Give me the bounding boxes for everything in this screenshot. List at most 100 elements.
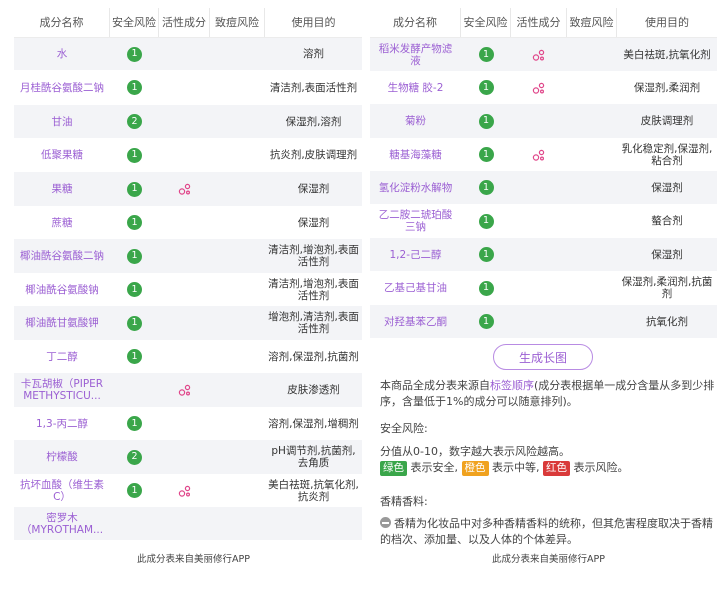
table-row[interactable]: 水 1 溶剂	[14, 38, 362, 70]
active-cell	[159, 306, 210, 340]
ingredient-name[interactable]: 椰油酰谷氨酸钠	[14, 273, 110, 306]
table-row[interactable]: 1,3-丙二醇 1 溶剂,保湿剂,增稠剂	[14, 407, 362, 440]
ingredient-name[interactable]: 对羟基苯乙酮	[370, 305, 461, 338]
ingredient-name[interactable]: 1,3-丙二醇	[14, 407, 110, 440]
risk-cell: 1	[461, 71, 511, 104]
ingredient-name[interactable]: 甘油	[14, 105, 110, 138]
table-row[interactable]: 果糖 1 保湿剂	[14, 172, 362, 206]
risk-cell: 1	[461, 138, 511, 171]
acne-risk-cell	[210, 138, 265, 172]
ingredient-name[interactable]: 蔗糖	[14, 206, 110, 239]
active-cell	[159, 440, 210, 474]
table-row[interactable]: 乙基己基甘油 1 保湿剂,柔润剂,抗菌剂	[370, 271, 717, 305]
ingredient-name[interactable]: 椰油酰甘氨酸钾	[14, 306, 110, 340]
purpose-cell: 美白祛斑,抗氧化剂	[623, 48, 711, 61]
table-row[interactable]: 稻米发酵产物滤液 1 美白祛斑,抗氧化剂	[370, 38, 717, 71]
ingredient-name[interactable]: 密罗木（MYROTHAM...	[14, 507, 110, 540]
active-cell	[511, 138, 567, 171]
header-name: 成分名称	[370, 8, 461, 37]
ingredient-name[interactable]: 柠檬酸	[14, 440, 110, 474]
ingredient-name[interactable]: 椰油酰谷氨酸二钠	[14, 239, 110, 273]
table-row[interactable]: 甘油 2 保湿剂,溶剂	[14, 105, 362, 138]
red-tag: 红色	[543, 461, 570, 476]
ingredient-name[interactable]: 氢化淀粉水解物	[370, 171, 461, 204]
table-row[interactable]: 丁二醇 1 溶剂,保湿剂,抗菌剂	[14, 340, 362, 373]
purpose-cell: 清洁剂,增泡剂,表面活性剂	[268, 277, 359, 302]
acne-risk-cell	[567, 271, 617, 305]
acne-risk-cell	[567, 38, 617, 71]
ingredient-name[interactable]: 卡瓦胡椒（PIPER METHYSTICU...	[14, 373, 110, 407]
ingredient-name[interactable]: 乙基己基甘油	[370, 271, 461, 305]
risk-score-badge: 1	[127, 248, 142, 264]
acne-risk-cell	[210, 206, 265, 239]
purpose-cell: 保湿剂	[651, 248, 683, 261]
table-row[interactable]: 椰油酰甘氨酸钾 1 增泡剂,清洁剂,表面活性剂	[14, 306, 362, 340]
right-ingredient-table: 成分名称 安全风险 活性成分 致痘风险 使用目的 稻米发酵产物滤液 1 美白祛斑,抗…	[370, 8, 717, 338]
header-purpose: 使用目的	[291, 15, 336, 29]
table-row[interactable]: 蔗糖 1 保湿剂	[14, 206, 362, 239]
ingredient-name[interactable]: 1,2-己二醇	[370, 238, 461, 271]
purpose-cell: 溶剂	[303, 48, 324, 60]
table-row[interactable]: 生物糖 胶-2 1 保湿剂,柔润剂	[370, 71, 717, 104]
table-row[interactable]: 对羟基苯乙酮 1 抗氧化剂	[370, 305, 717, 338]
ingredient-name[interactable]: 生物糖 胶-2	[370, 71, 461, 104]
table-row[interactable]: 菊粉 1 皮肤调理剂	[370, 104, 717, 138]
active-cell	[511, 238, 567, 271]
risk-score-badge: 1	[478, 147, 494, 162]
ingredient-name[interactable]: 低聚果糖	[14, 138, 110, 172]
acne-risk-cell	[210, 38, 265, 70]
ingredient-name[interactable]: 抗坏血酸（维生素C）	[14, 474, 110, 507]
table-row[interactable]: 氢化淀粉水解物 1 保湿剂	[370, 171, 717, 204]
acne-risk-cell	[567, 138, 617, 171]
purpose-cell: 增泡剂,清洁剂,表面活性剂	[268, 311, 359, 335]
risk-cell: 1	[110, 172, 159, 206]
label-order-link[interactable]: 标签顺序	[490, 379, 534, 392]
ingredient-name[interactable]: 乙二胺二琥珀酸三钠	[370, 204, 461, 238]
risk-score-badge: 1	[478, 47, 494, 62]
fragrance-description: 香精为化妆品中对多种香精香料的统称，但其危害程度取决于香精的档次、添加量、以及人…	[380, 516, 715, 548]
table-row[interactable]: 柠檬酸 2 pH调节剂,抗菌剂,去角质	[14, 440, 362, 474]
ingredient-name[interactable]: 丁二醇	[14, 340, 110, 373]
risk-score-badge: 1	[127, 315, 142, 331]
purpose-cell: 保湿剂	[297, 183, 330, 195]
risk-score-badge: 1	[127, 46, 142, 62]
ingredient-name[interactable]: 菊粉	[370, 104, 461, 138]
minus-circle-icon	[380, 517, 391, 528]
fragrance-text: 香精为化妆品中对多种香精香料的统称，但其危害程度取决于香精的档次、添加量、以及人…	[380, 517, 713, 546]
table-row[interactable]: 椰油酰谷氨酸二钠 1 清洁剂,增泡剂,表面活性剂	[14, 239, 362, 273]
risk-cell: 1	[110, 306, 159, 340]
table-row[interactable]: 卡瓦胡椒（PIPER METHYSTICU... 皮肤渗透剂	[14, 373, 362, 407]
active-cell	[159, 38, 210, 70]
acne-risk-cell	[210, 105, 265, 138]
active-cell	[511, 271, 567, 305]
ingredient-name[interactable]: 水	[14, 38, 110, 70]
left-ingredient-table: 成分名称 安全风险 活性成分 致痘风险 使用目的 水 1 溶剂 月桂酰谷氨酸二钠 1 清洁…	[14, 8, 362, 540]
table-row[interactable]: 月桂酰谷氨酸二钠 1 清洁剂,表面活性剂	[14, 70, 362, 105]
ingredient-name[interactable]: 糖基海藻糖	[370, 138, 461, 171]
active-cell	[511, 305, 567, 338]
risk-cell: 1	[110, 206, 159, 239]
risk-legend: 绿色 表示安全, 橙色 表示中等, 红色 表示风险。	[380, 460, 715, 476]
table-row[interactable]: 椰油酰谷氨酸钠 1 清洁剂,增泡剂,表面活性剂	[14, 273, 362, 306]
table-row[interactable]: 糖基海藻糖 1 乳化稳定剂,保湿剂,粘合剂	[370, 138, 717, 171]
ingredient-name[interactable]: 月桂酰谷氨酸二钠	[14, 70, 110, 105]
table-row[interactable]: 低聚果糖 1 抗炎剂,皮肤调理剂	[14, 138, 362, 172]
active-cell	[159, 407, 210, 440]
table-row[interactable]: 抗坏血酸（维生素C） 1 美白祛斑,抗氧化剂,抗炎剂	[14, 474, 362, 507]
purpose-cell: 美白祛斑,抗氧化剂,抗炎剂	[268, 478, 359, 503]
generate-long-image-button[interactable]: 生成长图	[493, 344, 593, 370]
ingredient-name[interactable]: 稻米发酵产物滤液	[370, 38, 461, 71]
risk-cell: 1	[110, 138, 159, 172]
ingredient-name[interactable]: 果糖	[14, 172, 110, 206]
risk-score-badge: 1	[127, 215, 142, 230]
table-row[interactable]: 乙二胺二琥珀酸三钠 1 螯合剂	[370, 204, 717, 238]
table-row[interactable]: 1,2-己二醇 1 保湿剂	[370, 238, 717, 271]
acne-risk-cell	[567, 104, 617, 138]
active-ingredient-icon	[178, 384, 190, 396]
active-ingredient-icon	[178, 485, 190, 497]
risk-score-badge: 1	[478, 113, 494, 129]
risk-score-badge: 1	[478, 80, 494, 95]
risk-cell: 1	[461, 204, 511, 238]
risk-score-badge: 1	[127, 181, 142, 197]
table-row[interactable]: 密罗木（MYROTHAM...	[14, 507, 362, 540]
